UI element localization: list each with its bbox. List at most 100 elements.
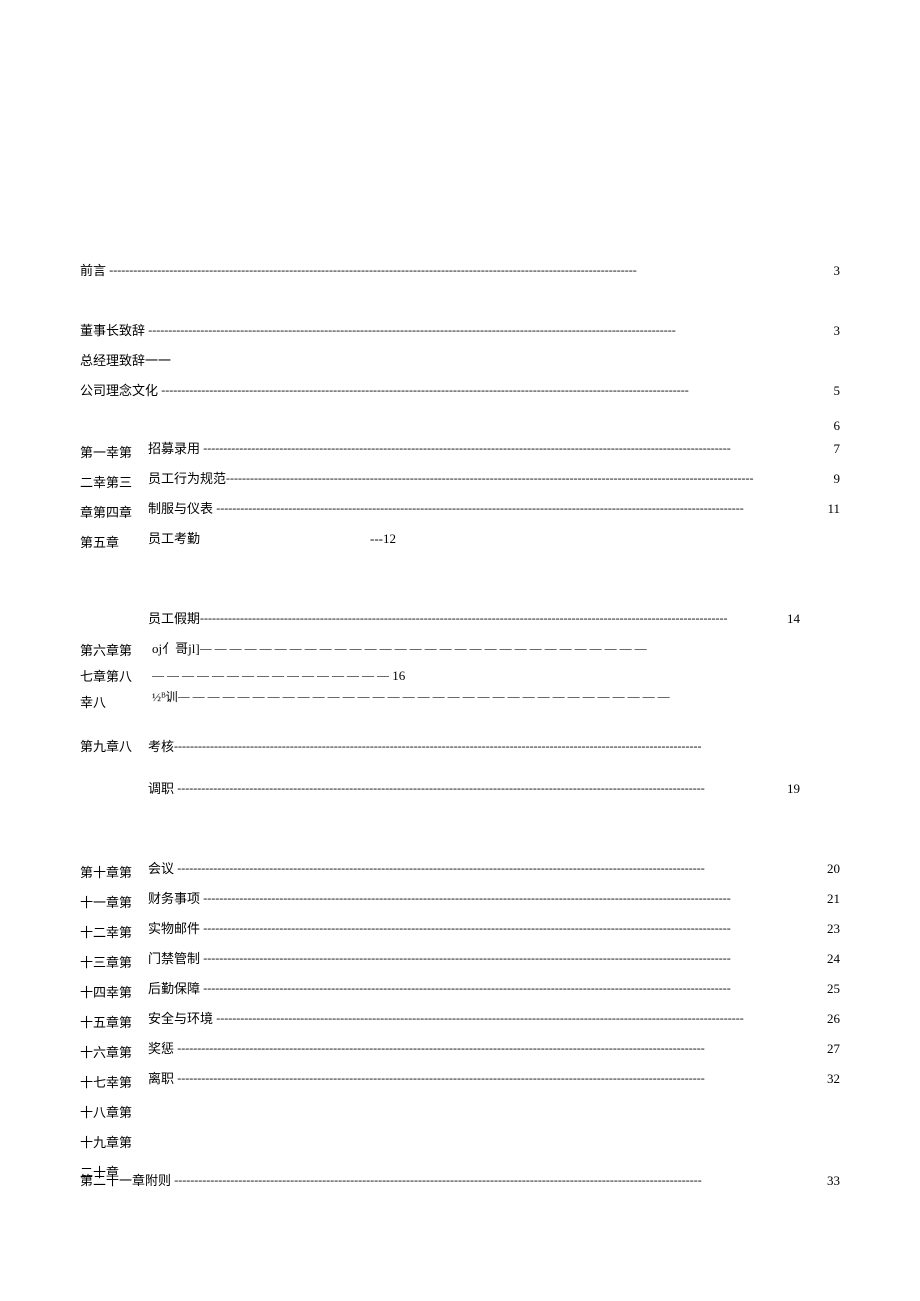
leader-dashes: — — — — — — — — — — — — — — — — — — — — … — [200, 641, 840, 656]
label: 员工行为规范 — [148, 468, 226, 487]
page-number: 23 — [827, 921, 840, 937]
toc-door: 门禁管制 -----------------------------------… — [148, 948, 840, 978]
leader-dashes: ----------------------------------------… — [161, 383, 833, 398]
leader-dashes: ----------------------------------------… — [203, 921, 827, 936]
leader-dashes: ----------------------------------------… — [203, 441, 833, 456]
page-number: 24 — [827, 951, 840, 967]
toc-safety: 安全与环境 ----------------------------------… — [148, 1008, 840, 1038]
label: oj亻哥jl] — [152, 638, 200, 657]
page-number: 3 — [834, 263, 841, 279]
toc-uniform: 制服与仪表 ----------------------------------… — [148, 498, 840, 528]
page-number: 20 — [827, 861, 840, 877]
label: 总经理致辞一一 — [80, 350, 171, 369]
toc-preface: 前言 -------------------------------------… — [80, 260, 840, 290]
toc-meeting: 会议 -------------------------------------… — [148, 858, 840, 888]
page-number: ---12 — [370, 531, 396, 547]
toc-recruit: 招募录用 -----------------------------------… — [148, 438, 840, 468]
label: ½ᴮ训 — [152, 688, 178, 705]
toc-section-1: 第一幸第二幸第三章第四章第五章 6 招募录用 -----------------… — [80, 418, 840, 558]
leader-dashes: ----------------------------------------… — [174, 1173, 827, 1188]
toc-transfer: 调职 -------------------------------------… — [148, 778, 840, 808]
toc-page: 前言 -------------------------------------… — [0, 0, 920, 1200]
label: 公司理念文化 — [80, 380, 158, 399]
page-only: 6 — [148, 418, 840, 438]
leader-dashes: ----------------------------------------… — [148, 323, 833, 338]
page-number: 32 — [827, 1071, 840, 1087]
leader-dashes: ----------------------------------------… — [174, 739, 840, 754]
leader-dashes: ----------------------------------------… — [216, 1011, 827, 1026]
leader-dashes: ----------------------------------------… — [203, 951, 827, 966]
toc-reward: 奖惩 -------------------------------------… — [148, 1038, 840, 1068]
toc-gm: 总经理致辞一一 — [80, 350, 840, 380]
toc-culture: 公司理念文化 ---------------------------------… — [80, 380, 840, 410]
label: 员工假期 — [148, 608, 200, 627]
spacer — [80, 808, 840, 858]
leader-dashes: ----------------------------------------… — [177, 1041, 827, 1056]
toc-section-3: 第十章第十一章第十二幸第十三章第十四幸第十五章第十六章第十七幸第十八章第十九章第… — [80, 858, 840, 1188]
leader-dashes: ----------------------------------------… — [109, 263, 833, 278]
toc-garbled: oj亻哥jl] — — — — — — — — — — — — — — — — … — [152, 638, 840, 668]
page-number: 25 — [827, 981, 840, 997]
label: 安全与环境 — [148, 1008, 213, 1027]
page-number: 9 — [834, 471, 841, 487]
page-number: 11 — [827, 501, 840, 517]
content-column: 会议 -------------------------------------… — [148, 858, 840, 1188]
toc-section-2b: 第九章八 考核 --------------------------------… — [80, 736, 840, 808]
label: 门禁管制 — [148, 948, 200, 967]
leader-dashes: — — — — — — — — — — — — — — — — — [152, 668, 389, 683]
page-number: 7 — [834, 441, 841, 457]
toc-exam: 考核 -------------------------------------… — [148, 736, 840, 766]
page-number: 3 — [834, 323, 841, 339]
toc-appendix: 第二十一章附则 --------------------------------… — [80, 1170, 840, 1200]
spacer — [80, 558, 840, 608]
page-number: 33 — [827, 1173, 840, 1189]
chapter-column: 第一幸第二幸第三章第四章第五章 — [80, 418, 138, 558]
chapters-text: 第九章八 — [80, 736, 138, 758]
label: 离职 — [148, 1068, 174, 1087]
leader-dashes: ----------------------------------------… — [177, 781, 787, 796]
chapters-text: 第十章第十一章第十二幸第十三章第十四幸第十五章第十六章第十七幸第十八章第十九章第… — [80, 858, 138, 1188]
label: 后勤保障 — [148, 978, 200, 997]
toc-attendance: 员工考勤 ---12 — [148, 528, 840, 558]
toc-section-2a: 第六章第七章第八幸八 oj亻哥jl] — — — — — — — — — — —… — [80, 638, 840, 718]
label: 会议 — [148, 858, 174, 877]
chapter-column: 第九章八 — [80, 736, 138, 808]
label: 实物邮件 — [148, 918, 200, 937]
leader-dashes: ----------------------------------------… — [203, 981, 827, 996]
toc-chairman: 董事长致辞 ----------------------------------… — [80, 320, 840, 350]
label: 奖惩 — [148, 1038, 174, 1057]
label: 招募录用 — [148, 438, 200, 457]
chapters-text: 第六章第七章第八幸八 — [80, 638, 142, 716]
toc-resign: 离职 -------------------------------------… — [148, 1068, 840, 1098]
content-column: 6 招募录用 ---------------------------------… — [148, 418, 840, 558]
leader-dashes: — — — — — — — — — — — — — — — — — — — — … — [178, 689, 840, 704]
leader-dashes: ----------------------------------------… — [226, 471, 833, 486]
page-number: 27 — [827, 1041, 840, 1057]
leader-dashes: ----------------------------------------… — [177, 861, 827, 876]
page-number: 16 — [392, 668, 405, 684]
toc-logistics: 后勤保障 -----------------------------------… — [148, 978, 840, 1008]
page-number: 26 — [827, 1011, 840, 1027]
page-number: 21 — [827, 891, 840, 907]
label: 员工考勤 — [148, 528, 200, 547]
toc-mail: 实物邮件 -----------------------------------… — [148, 918, 840, 948]
label: 前言 — [80, 260, 106, 279]
label: 考核 — [148, 736, 174, 755]
toc-leave: 员工假期 -----------------------------------… — [80, 608, 840, 638]
label: 董事长致辞 — [80, 320, 145, 339]
toc-finance: 财务事项 -----------------------------------… — [148, 888, 840, 918]
leader-dashes: ----------------------------------------… — [200, 611, 787, 626]
toc-garbled-page: — — — — — — — — — — — — — — — — 16 — [152, 668, 840, 688]
spacer — [80, 290, 840, 320]
toc-conduct: 员工行为规范 ---------------------------------… — [148, 468, 840, 498]
page-number: 19 — [787, 781, 800, 797]
label: 制服与仪表 — [148, 498, 213, 517]
chapters-text: 第一幸第二幸第三章第四章第五章 — [80, 438, 138, 558]
leader-dashes: ----------------------------------------… — [203, 891, 827, 906]
chapter-column: 第六章第七章第八幸八 — [80, 638, 142, 718]
label: 第二十一章附则 — [80, 1170, 171, 1189]
leader-dashes: ----------------------------------------… — [216, 501, 827, 516]
label: 调职 — [148, 778, 174, 797]
leader-dashes: ----------------------------------------… — [177, 1071, 827, 1086]
label: 财务事项 — [148, 888, 200, 907]
